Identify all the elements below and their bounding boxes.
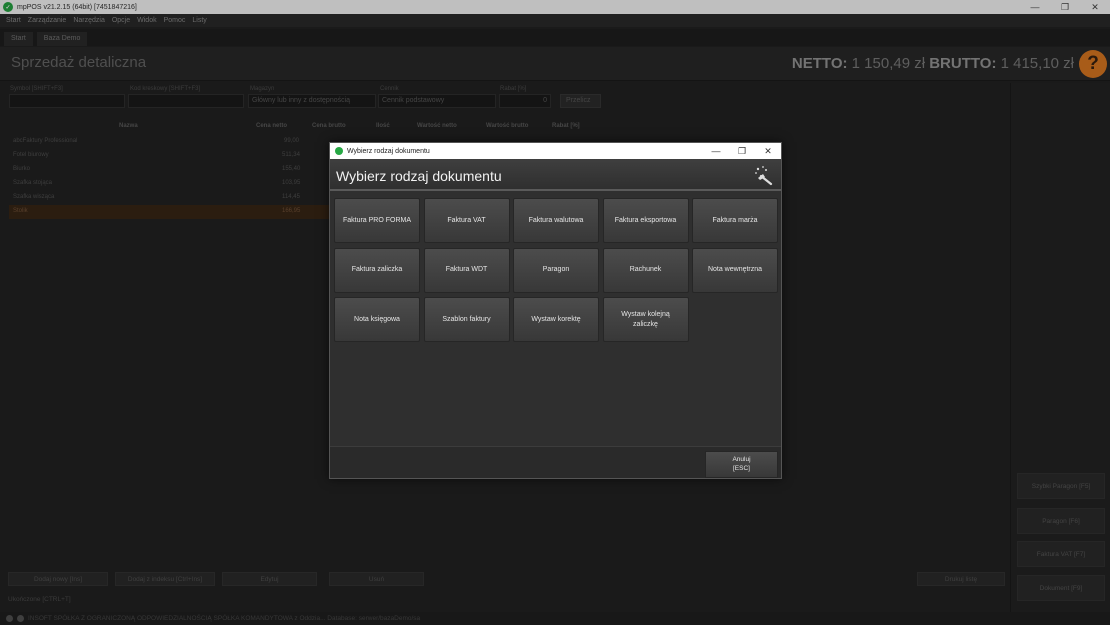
dialog-maximize-button[interactable]: ❐ (729, 143, 755, 159)
magic-wand-icon (755, 166, 773, 186)
wystaw-korekte-button[interactable]: Wystaw korektę (513, 297, 599, 342)
faktura-vat-button[interactable]: Faktura VAT (423, 198, 510, 243)
app-window: ✓ mpPOS v21.2.15 (64bit) [7451847216] — … (0, 0, 1110, 625)
faktura-marza-button[interactable]: Faktura marża (692, 198, 778, 243)
dialog-window-title: Wybierz rodzaj dokumentu (347, 147, 430, 155)
document-type-grid: Faktura PRO FORMA Faktura VAT Faktura wa… (334, 198, 779, 448)
nota-wewnetrzna-button[interactable]: Nota wewnętrzna (692, 247, 778, 293)
cancel-button[interactable]: Anuluj [ESC] (705, 451, 778, 478)
cancel-shortcut: [ESC] (733, 464, 750, 472)
faktura-walutowa-button[interactable]: Faktura walutowa (513, 198, 599, 243)
rachunek-button[interactable]: Rachunek (602, 247, 689, 293)
dialog-minimize-button[interactable]: — (703, 143, 729, 159)
faktura-eksportowa-button[interactable]: Faktura eksportowa (602, 198, 689, 243)
wystaw-kolejna-zaliczke-button[interactable]: Wystaw kolejną zaliczkę (602, 297, 689, 342)
cancel-label: Anuluj (732, 456, 751, 464)
dialog-titlebar: Wybierz rodzaj dokumentu — ❐ ✕ (330, 143, 781, 159)
document-type-dialog: Wybierz rodzaj dokumentu — ❐ ✕ Wybierz r… (329, 142, 782, 479)
paragon-button[interactable]: Paragon (513, 247, 599, 293)
dialog-heading: Wybierz rodzaj dokumentu (336, 168, 502, 184)
faktura-zaliczka-button[interactable]: Faktura zaliczka (334, 247, 420, 293)
dialog-header: Wybierz rodzaj dokumentu (330, 159, 781, 191)
app-logo-icon (335, 147, 343, 155)
faktura-wdt-button[interactable]: Faktura WDT (423, 247, 510, 293)
szablon-faktury-button[interactable]: Szablon faktury (423, 297, 510, 342)
nota-ksiegowa-button[interactable]: Nota księgowa (334, 297, 420, 342)
faktura-pro-forma-button[interactable]: Faktura PRO FORMA (334, 198, 420, 243)
dialog-close-button[interactable]: ✕ (755, 143, 781, 159)
dialog-footer: Anuluj [ESC] (330, 446, 781, 478)
